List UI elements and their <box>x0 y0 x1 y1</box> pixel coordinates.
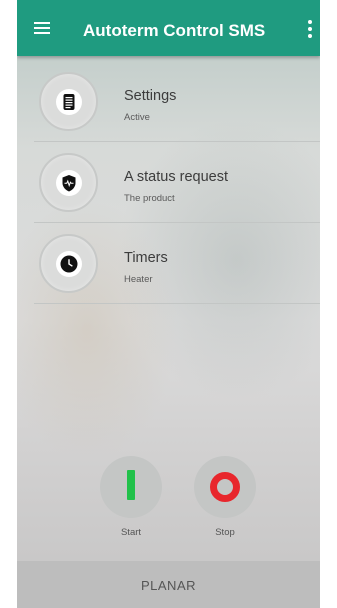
more-vert-icon[interactable] <box>304 18 316 40</box>
bottom-bar[interactable]: PLANAR <box>17 561 320 608</box>
start-label: Start <box>120 527 142 538</box>
app-title: Autoterm Control SMS <box>83 21 266 40</box>
divider <box>34 141 320 142</box>
settings-subtitle: Active <box>124 112 150 123</box>
timers-item[interactable]: Timers Heater <box>17 224 320 304</box>
divider <box>34 303 320 304</box>
clock-icon <box>55 250 82 277</box>
settings-icon-circle <box>39 72 98 131</box>
stop-ring-icon <box>210 472 240 502</box>
start-bar-icon <box>127 470 135 500</box>
status-request-subtitle: The product <box>124 193 175 204</box>
hamburger-menu-icon[interactable] <box>31 18 55 38</box>
app-screen: Autoterm Control SMS Settings Active A s… <box>17 0 320 608</box>
stop-label: Stop <box>215 527 235 538</box>
timers-subtitle: Heater <box>124 274 153 285</box>
app-bar: Autoterm Control SMS <box>17 0 320 56</box>
timers-icon-circle <box>39 234 98 293</box>
divider <box>34 222 320 223</box>
settings-item[interactable]: Settings Active <box>17 62 320 142</box>
settings-title: Settings <box>124 88 177 104</box>
bottom-bar-label: PLANAR <box>140 578 197 593</box>
status-request-title: A status request <box>124 169 228 185</box>
status-request-item[interactable]: A status request The product <box>17 143 320 223</box>
document-list-icon <box>55 88 82 115</box>
stop-button[interactable] <box>194 456 256 518</box>
shield-pulse-icon <box>55 169 82 196</box>
status-icon-circle <box>39 153 98 212</box>
start-button[interactable] <box>100 456 162 518</box>
timers-title: Timers <box>124 250 168 266</box>
